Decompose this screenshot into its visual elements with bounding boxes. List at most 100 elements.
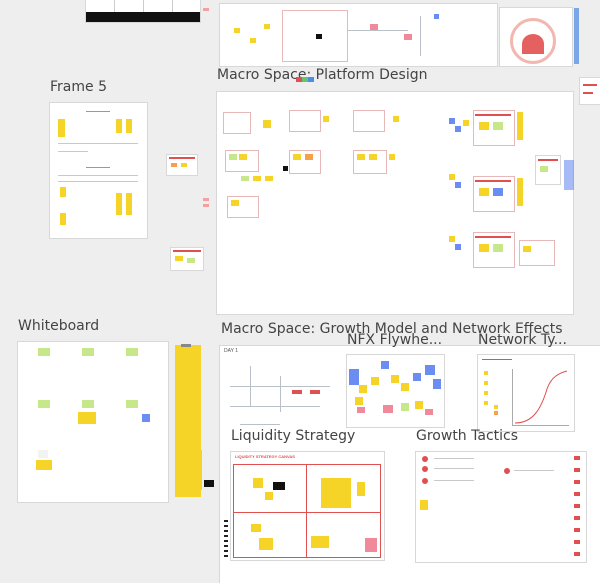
sticky-note [263, 120, 271, 128]
tactics-title[interactable]: Growth Tactics [416, 428, 518, 444]
network-title[interactable]: Network Ty... [478, 332, 567, 348]
tactics-frame[interactable] [416, 452, 586, 562]
card-accent [475, 236, 511, 238]
sticky-note [116, 193, 122, 215]
card-accent [583, 92, 593, 94]
sticky-note [479, 244, 489, 252]
network-frame[interactable] [478, 355, 574, 431]
tactic-icon [422, 456, 428, 462]
text-line [514, 470, 554, 471]
growth-curve [514, 370, 568, 424]
sticky-note [493, 188, 503, 196]
floating-note [203, 8, 209, 11]
sticky-note [463, 120, 469, 126]
sticky-note [265, 176, 273, 181]
top-center-frame[interactable] [220, 4, 497, 66]
sticky-note [401, 383, 409, 391]
sticky-note [323, 116, 329, 122]
sticky-note [265, 492, 273, 500]
sticky-note [484, 391, 488, 395]
text-line [434, 468, 474, 469]
sticky-note [425, 409, 433, 415]
sticky-note [434, 14, 439, 19]
whiteboard-title[interactable]: Whiteboard [18, 318, 99, 334]
sticky-note [231, 200, 239, 206]
connector-line [250, 366, 251, 406]
sticky-note [82, 400, 94, 408]
card-accent [475, 180, 511, 182]
sticky-note [251, 524, 261, 532]
sticky-note [126, 193, 132, 215]
sticky-note [494, 405, 498, 409]
sticky-stack-label [181, 344, 191, 347]
text-line [58, 175, 138, 176]
liquidity-header: LIQUIDITY STRATEGY CANVAS [235, 454, 295, 459]
sticky-note [517, 178, 523, 206]
card-accent [482, 359, 512, 360]
floating-canvas[interactable] [167, 155, 197, 175]
sticky-note [36, 460, 52, 470]
sticky-note [371, 377, 379, 385]
sticky-note [283, 166, 288, 171]
sticky-note [321, 478, 351, 508]
sticky-note [273, 482, 285, 490]
sticky-note [369, 154, 377, 160]
platform-frame[interactable] [217, 92, 573, 314]
top-left-frame-divider [172, 0, 173, 12]
sticky-note [494, 411, 498, 415]
sticky-note [126, 119, 132, 133]
side-card[interactable] [536, 156, 560, 184]
liquidity-title[interactable]: Liquidity Strategy [231, 428, 355, 444]
sticky-note [250, 38, 256, 43]
liquidity-divider [233, 512, 381, 513]
sticky-note [493, 244, 503, 252]
dot-column [224, 520, 228, 560]
sticky-note [229, 154, 237, 160]
top-right-frame[interactable] [500, 8, 572, 66]
side-strip [564, 160, 574, 190]
flow-node [310, 390, 320, 394]
sticky-note [415, 401, 423, 409]
sticky-note [479, 122, 489, 130]
nfx-frame[interactable] [347, 355, 444, 427]
floating-note [203, 204, 209, 207]
sticky-note [393, 116, 399, 122]
platform-card [519, 240, 555, 266]
sticky-note [171, 163, 177, 167]
card-accent [538, 159, 558, 161]
sticky-note [540, 166, 548, 172]
sticky-note [383, 405, 393, 413]
far-right-card[interactable] [580, 78, 600, 104]
nfx-title[interactable]: NFX Flywhe... [347, 332, 442, 348]
liquidity-divider [306, 464, 307, 558]
sticky-note [389, 154, 395, 160]
floating-canvas[interactable] [171, 248, 203, 270]
sticky-note [455, 244, 461, 250]
sticky-note [449, 174, 455, 180]
sticky-stack-extra [190, 450, 202, 490]
sticky-note [449, 118, 455, 124]
sticky-note [58, 119, 65, 137]
sticky-note [181, 163, 187, 167]
text-line [58, 151, 88, 152]
top-left-frame[interactable] [86, 0, 200, 22]
growth-chart [512, 369, 569, 426]
sticky-note [433, 379, 441, 389]
sticky-note [365, 538, 377, 552]
liquidity-frame[interactable]: LIQUIDITY STRATEGY CANVAS [231, 452, 384, 560]
arc-diagram-inner [522, 34, 544, 54]
whiteboard-frame[interactable] [18, 342, 168, 502]
frame5-title[interactable]: Frame 5 [50, 79, 107, 95]
top-center-board [282, 10, 348, 62]
top-left-frame-divider [114, 0, 115, 12]
tactic-icon [504, 468, 510, 474]
sticky-note [381, 361, 389, 369]
sticky-note [425, 365, 435, 375]
sticky-note [420, 500, 428, 510]
sticky-note [484, 371, 488, 375]
sticky-note [311, 536, 329, 548]
sticky-note [175, 256, 183, 261]
connector-line [230, 406, 320, 407]
platform-title[interactable]: Macro Space: Platform Design [217, 67, 427, 83]
frame5[interactable] [50, 103, 147, 238]
